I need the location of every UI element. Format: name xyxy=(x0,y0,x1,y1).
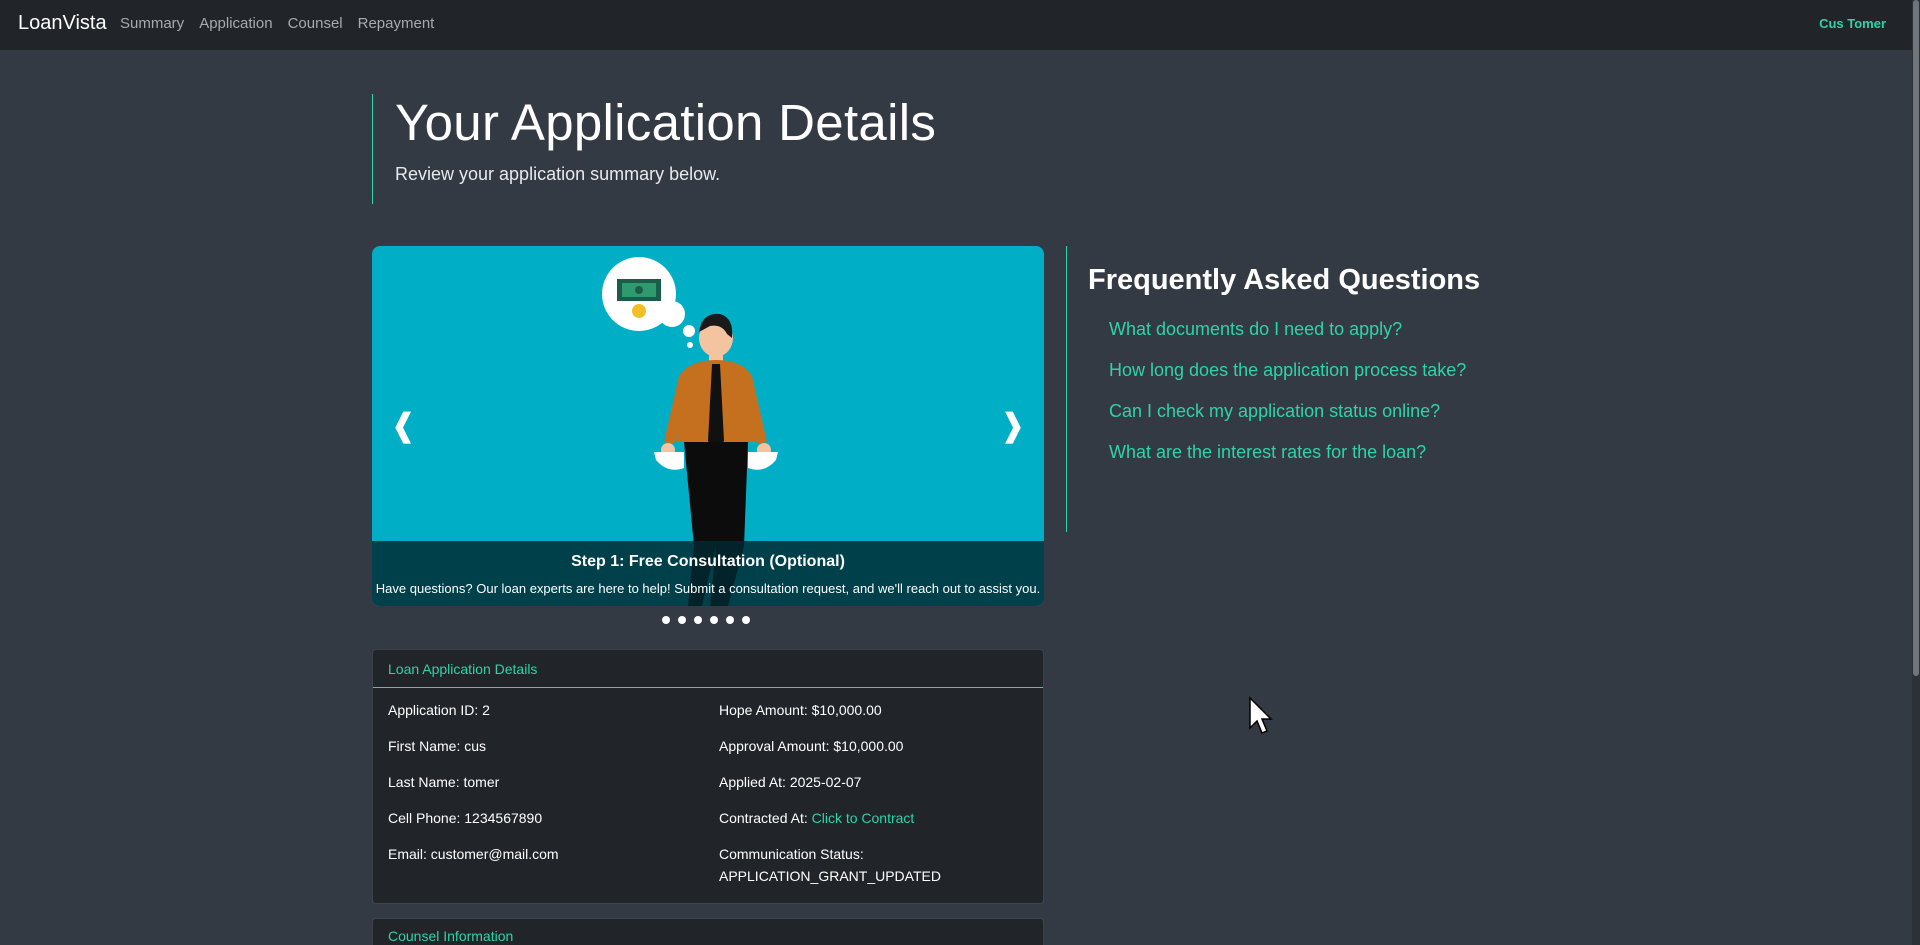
carousel-caption: Step 1: Free Consultation (Optional) Hav… xyxy=(372,541,1044,606)
faq-item[interactable]: How long does the application process ta… xyxy=(1109,360,1506,401)
carousel-dot[interactable] xyxy=(726,616,734,624)
hope-amount: Hope Amount: $10,000.00 xyxy=(719,702,882,718)
application-id: Application ID: 2 xyxy=(388,702,490,718)
chevron-right-icon[interactable]: ❱ xyxy=(999,406,1026,444)
faq-item[interactable]: What are the interest rates for the loan… xyxy=(1109,442,1506,483)
faq-item[interactable]: What documents do I need to apply? xyxy=(1109,319,1506,360)
faq-list: What documents do I need to apply? How l… xyxy=(1088,319,1506,483)
caption-text: Have questions? Our loan experts are her… xyxy=(375,581,1041,596)
contract-link[interactable]: Click to Contract xyxy=(812,810,915,826)
last-name: Last Name: tomer xyxy=(388,774,500,790)
faq-item[interactable]: Can I check my application status online… xyxy=(1109,401,1506,442)
user-menu-link[interactable]: Cus Tomer xyxy=(1819,16,1886,31)
scrollbar-thumb[interactable] xyxy=(1913,0,1919,676)
communication-status-value: APPLICATION_GRANT_UPDATED xyxy=(719,868,941,884)
loan-details-card: Loan Application Details Application ID:… xyxy=(372,649,1044,904)
carousel-dot[interactable] xyxy=(742,616,750,624)
caption-title: Step 1: Free Consultation (Optional) xyxy=(571,553,845,570)
counsel-card-header: Counsel Information xyxy=(388,928,514,944)
page-header: Your Application Details Review your app… xyxy=(372,94,936,204)
card-header: Loan Application Details xyxy=(373,650,1043,688)
page-title: Your Application Details xyxy=(395,94,937,151)
mouse-cursor-icon xyxy=(1249,696,1273,734)
counsel-card: Counsel Information xyxy=(372,918,1044,945)
faq-title: Frequently Asked Questions xyxy=(1088,264,1481,296)
carousel-dot[interactable] xyxy=(662,616,670,624)
chevron-left-icon[interactable]: ❰ xyxy=(390,406,417,444)
contracted-at-label: Contracted At: xyxy=(719,810,812,826)
carousel-indicators xyxy=(662,616,750,624)
carousel-dot[interactable] xyxy=(710,616,718,624)
communication-status-label: Communication Status: xyxy=(719,846,864,862)
page-scrollbar[interactable] xyxy=(1912,0,1920,945)
approval-amount: Approval Amount: $10,000.00 xyxy=(719,738,904,754)
email: Email: customer@mail.com xyxy=(388,846,559,862)
faq-section: Frequently Asked Questions What document… xyxy=(1066,246,1506,532)
carousel-dot[interactable] xyxy=(694,616,702,624)
first-name: First Name: cus xyxy=(388,738,487,754)
nav-link-repayment[interactable]: Repayment xyxy=(358,15,435,32)
navbar: LoanVista Summary Application Counsel Re… xyxy=(0,0,1920,50)
brand-logo[interactable]: LoanVista xyxy=(18,12,107,35)
carousel-dot[interactable] xyxy=(678,616,686,624)
nav-link-application[interactable]: Application xyxy=(199,15,272,32)
carousel: ❰ ❱ Step 1: Free Consultation (Optional)… xyxy=(372,246,1044,606)
nav-link-counsel[interactable]: Counsel xyxy=(288,15,343,32)
cell-phone: Cell Phone: 1234567890 xyxy=(388,810,543,826)
applied-at: Applied At: 2025-02-07 xyxy=(719,774,862,790)
page-subtitle: Review your application summary below. xyxy=(395,164,721,184)
contracted-at: Contracted At: Click to Contract xyxy=(719,810,914,826)
nav-link-summary[interactable]: Summary xyxy=(120,15,184,32)
nav-links: Summary Application Counsel Repayment xyxy=(120,15,434,32)
